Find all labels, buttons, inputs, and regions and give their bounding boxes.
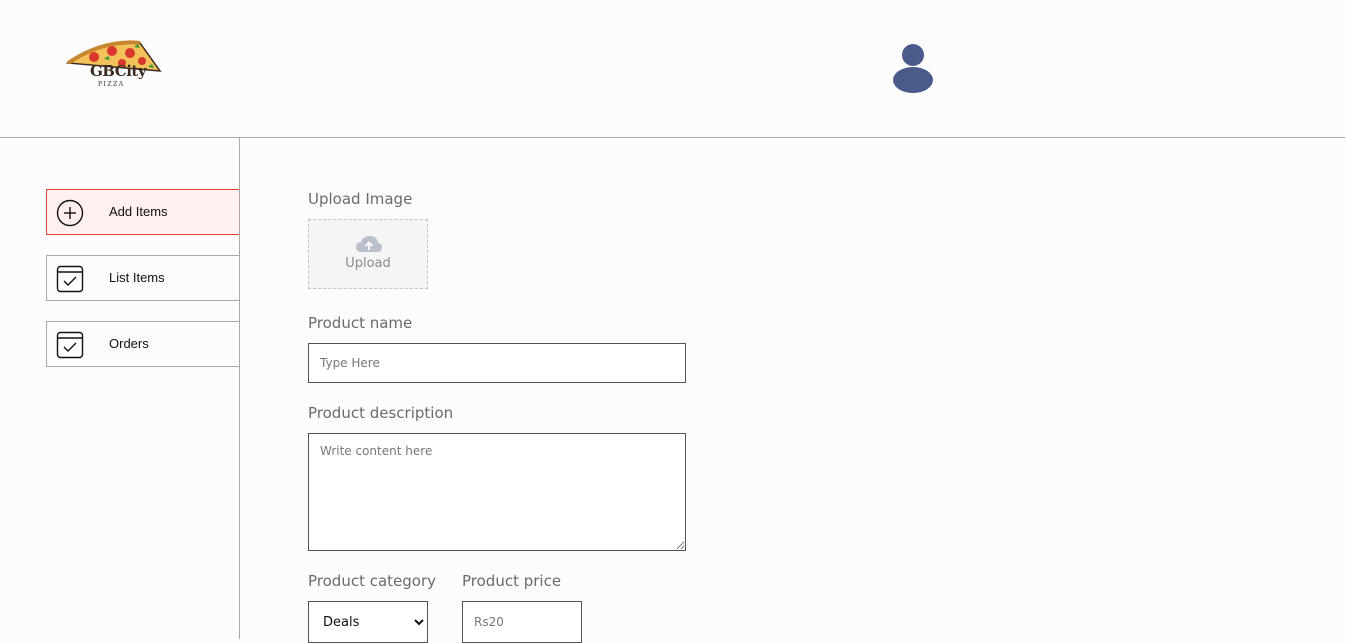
upload-image-area[interactable]: Upload xyxy=(308,219,428,289)
checklist-icon xyxy=(56,265,84,293)
sidebar-item-orders[interactable]: Orders xyxy=(46,321,239,367)
logo-text: GBCity xyxy=(90,62,147,80)
upload-button-label: Upload xyxy=(345,256,391,271)
sidebar-item-list-items[interactable]: List Items xyxy=(46,255,239,301)
checklist-icon xyxy=(56,331,84,359)
brand-logo[interactable]: GBCity PIZZA xyxy=(64,37,164,93)
product-name-input[interactable] xyxy=(308,343,686,383)
sidebar: Add Items List Items Orders xyxy=(0,138,240,639)
product-price-label: Product price xyxy=(462,572,562,590)
logo-subtext: PIZZA xyxy=(98,81,125,88)
product-category-select[interactable]: Deals xyxy=(308,601,428,643)
product-description-label: Product description xyxy=(308,404,454,422)
sidebar-item-add-items[interactable]: Add Items xyxy=(46,189,239,235)
sidebar-item-label: List Items xyxy=(109,270,165,285)
product-price-input[interactable] xyxy=(462,601,582,643)
add-circle-icon xyxy=(56,199,84,227)
cloud-upload-icon xyxy=(356,236,382,252)
sidebar-item-label: Orders xyxy=(109,336,149,351)
product-category-label: Product category xyxy=(308,572,437,590)
top-navbar: GBCity PIZZA xyxy=(0,0,1345,138)
user-icon[interactable] xyxy=(891,42,935,94)
product-description-input[interactable] xyxy=(308,433,686,551)
product-name-label: Product name xyxy=(308,314,413,332)
upload-image-label: Upload Image xyxy=(308,190,413,208)
sidebar-item-label: Add Items xyxy=(109,204,168,219)
